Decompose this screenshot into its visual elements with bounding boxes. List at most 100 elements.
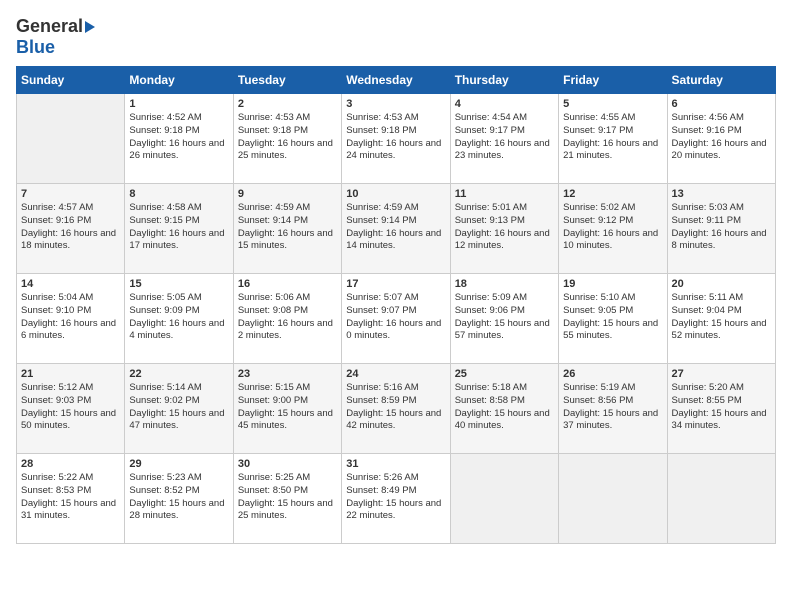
header-cell-wednesday: Wednesday — [342, 67, 450, 94]
day-info: Sunrise: 5:06 AMSunset: 9:08 PMDaylight:… — [238, 292, 337, 343]
day-number: 4 — [455, 98, 554, 110]
day-number: 22 — [129, 368, 228, 380]
day-info: Sunrise: 5:01 AMSunset: 9:13 PMDaylight:… — [455, 202, 554, 253]
calendar-cell: 5Sunrise: 4:55 AMSunset: 9:17 PMDaylight… — [559, 94, 667, 184]
day-number: 6 — [672, 98, 771, 110]
calendar-cell: 27 Sunrise: 5:20 AMSunset: 8:55 PMDayligh… — [667, 364, 775, 454]
calendar-cell: 28 Sunrise: 5:22 AMSunset: 8:53 PMDayligh… — [17, 454, 125, 544]
header: General Blue — [16, 16, 776, 58]
day-number: 3 — [346, 98, 445, 110]
day-info: Sunrise: 5:26 AMSunset: 8:49 PMDaylight:… — [346, 472, 445, 523]
day-number: 15 — [129, 278, 228, 290]
day-number: 30 — [238, 458, 337, 470]
day-number: 17 — [346, 278, 445, 290]
day-info: Sunrise: 4:54 AMSunset: 9:17 PMDaylight:… — [455, 112, 554, 163]
calendar-cell: 31 Sunrise: 5:26 AMSunset: 8:49 PMDayligh… — [342, 454, 450, 544]
calendar-cell: 16Sunrise: 5:06 AMSunset: 9:08 PMDayligh… — [233, 274, 341, 364]
day-info: Sunrise: 5:09 AMSunset: 9:06 PMDaylight:… — [455, 292, 554, 343]
day-info: Sunrise: 5:04 AMSunset: 9:10 PMDaylight:… — [21, 292, 120, 343]
day-info: Sunrise: 4:58 AMSunset: 9:15 PMDaylight:… — [129, 202, 228, 253]
day-info: Sunrise: 5:02 AMSunset: 9:12 PMDaylight:… — [563, 202, 662, 253]
day-number: 31 — [346, 458, 445, 470]
header-cell-monday: Monday — [125, 67, 233, 94]
day-info: Sunrise: 4:53 AMSunset: 9:18 PMDaylight:… — [238, 112, 337, 163]
calendar-cell: 21 Sunrise: 5:12 AMSunset: 9:03 PMDayligh… — [17, 364, 125, 454]
calendar-table: SundayMondayTuesdayWednesdayThursdayFrid… — [16, 66, 776, 544]
calendar-cell: 4 Sunrise: 4:54 AMSunset: 9:17 PMDaylight… — [450, 94, 558, 184]
day-number: 2 — [238, 98, 337, 110]
day-info: Sunrise: 5:22 AMSunset: 8:53 PMDaylight:… — [21, 472, 120, 523]
calendar-cell: 24 Sunrise: 5:16 AMSunset: 8:59 PMDayligh… — [342, 364, 450, 454]
day-info: Sunrise: 5:16 AMSunset: 8:59 PMDaylight:… — [346, 382, 445, 433]
day-number: 26 — [563, 368, 662, 380]
day-info: Sunrise: 5:19 AMSunset: 8:56 PMDaylight:… — [563, 382, 662, 433]
calendar-cell: 11 Sunrise: 5:01 AMSunset: 9:13 PMDayligh… — [450, 184, 558, 274]
day-number: 21 — [21, 368, 120, 380]
calendar-cell — [667, 454, 775, 544]
day-number: 11 — [455, 188, 554, 200]
calendar-cell: 18 Sunrise: 5:09 AMSunset: 9:06 PMDayligh… — [450, 274, 558, 364]
calendar-cell: 26 Sunrise: 5:19 AMSunset: 8:56 PMDayligh… — [559, 364, 667, 454]
day-info: Sunrise: 5:05 AMSunset: 9:09 PMDaylight:… — [129, 292, 228, 343]
calendar-cell — [17, 94, 125, 184]
day-info: Sunrise: 5:25 AMSunset: 8:50 PMDaylight:… — [238, 472, 337, 523]
day-number: 14 — [21, 278, 120, 290]
calendar-cell: 19 Sunrise: 5:10 AMSunset: 9:05 PMDayligh… — [559, 274, 667, 364]
header-row: SundayMondayTuesdayWednesdayThursdayFrid… — [17, 67, 776, 94]
calendar-cell: 2 Sunrise: 4:53 AMSunset: 9:18 PMDaylight… — [233, 94, 341, 184]
calendar-cell: 13Sunrise: 5:03 AMSunset: 9:11 PMDayligh… — [667, 184, 775, 274]
day-info: Sunrise: 4:55 AMSunset: 9:17 PMDaylight:… — [563, 112, 662, 163]
day-number: 25 — [455, 368, 554, 380]
calendar-cell: 30 Sunrise: 5:25 AMSunset: 8:50 PMDayligh… — [233, 454, 341, 544]
day-number: 7 — [21, 188, 120, 200]
day-info: Sunrise: 5:14 AMSunset: 9:02 PMDaylight:… — [129, 382, 228, 433]
calendar-cell: 23 Sunrise: 5:15 AMSunset: 9:00 PMDayligh… — [233, 364, 341, 454]
day-info: Sunrise: 5:10 AMSunset: 9:05 PMDaylight:… — [563, 292, 662, 343]
header-cell-sunday: Sunday — [17, 67, 125, 94]
day-info: Sunrise: 5:07 AMSunset: 9:07 PMDaylight:… — [346, 292, 445, 343]
week-row-5: 28 Sunrise: 5:22 AMSunset: 8:53 PMDayligh… — [17, 454, 776, 544]
day-info: Sunrise: 4:53 AMSunset: 9:18 PMDaylight:… — [346, 112, 445, 163]
day-number: 20 — [672, 278, 771, 290]
day-info: Sunrise: 5:23 AMSunset: 8:52 PMDaylight:… — [129, 472, 228, 523]
week-row-2: 7 Sunrise: 4:57 AMSunset: 9:16 PMDaylight… — [17, 184, 776, 274]
day-info: Sunrise: 4:59 AMSunset: 9:14 PMDaylight:… — [346, 202, 445, 253]
week-row-1: 1Sunrise: 4:52 AMSunset: 9:18 PMDaylight… — [17, 94, 776, 184]
day-info: Sunrise: 4:56 AMSunset: 9:16 PMDaylight:… — [672, 112, 771, 163]
day-number: 18 — [455, 278, 554, 290]
calendar-cell: 25 Sunrise: 5:18 AMSunset: 8:58 PMDayligh… — [450, 364, 558, 454]
day-number: 28 — [21, 458, 120, 470]
calendar-cell: 12 Sunrise: 5:02 AMSunset: 9:12 PMDayligh… — [559, 184, 667, 274]
calendar-cell: 8Sunrise: 4:58 AMSunset: 9:15 PMDaylight… — [125, 184, 233, 274]
header-cell-friday: Friday — [559, 67, 667, 94]
calendar-cell: 9Sunrise: 4:59 AMSunset: 9:14 PMDaylight… — [233, 184, 341, 274]
header-cell-tuesday: Tuesday — [233, 67, 341, 94]
calendar-cell — [559, 454, 667, 544]
day-info: Sunrise: 5:20 AMSunset: 8:55 PMDaylight:… — [672, 382, 771, 433]
calendar-cell: 6 Sunrise: 4:56 AMSunset: 9:16 PMDaylight… — [667, 94, 775, 184]
calendar-cell: 22 Sunrise: 5:14 AMSunset: 9:02 PMDayligh… — [125, 364, 233, 454]
day-number: 24 — [346, 368, 445, 380]
calendar-cell: 7 Sunrise: 4:57 AMSunset: 9:16 PMDaylight… — [17, 184, 125, 274]
logo: General Blue — [16, 16, 95, 58]
day-number: 27 — [672, 368, 771, 380]
calendar-cell: 15 Sunrise: 5:05 AMSunset: 9:09 PMDayligh… — [125, 274, 233, 364]
logo-blue: Blue — [16, 37, 55, 58]
calendar-cell: 29Sunrise: 5:23 AMSunset: 8:52 PMDayligh… — [125, 454, 233, 544]
day-number: 9 — [238, 188, 337, 200]
calendar-cell: 3 Sunrise: 4:53 AMSunset: 9:18 PMDaylight… — [342, 94, 450, 184]
header-cell-saturday: Saturday — [667, 67, 775, 94]
day-info: Sunrise: 5:18 AMSunset: 8:58 PMDaylight:… — [455, 382, 554, 433]
calendar-cell: 10Sunrise: 4:59 AMSunset: 9:14 PMDayligh… — [342, 184, 450, 274]
day-number: 12 — [563, 188, 662, 200]
header-cell-thursday: Thursday — [450, 67, 558, 94]
day-info: Sunrise: 5:12 AMSunset: 9:03 PMDaylight:… — [21, 382, 120, 433]
day-number: 19 — [563, 278, 662, 290]
day-info: Sunrise: 4:57 AMSunset: 9:16 PMDaylight:… — [21, 202, 120, 253]
day-number: 23 — [238, 368, 337, 380]
logo-general: General — [16, 16, 95, 37]
calendar-cell — [450, 454, 558, 544]
day-info: Sunrise: 5:15 AMSunset: 9:00 PMDaylight:… — [238, 382, 337, 433]
week-row-3: 14 Sunrise: 5:04 AMSunset: 9:10 PMDayligh… — [17, 274, 776, 364]
day-info: Sunrise: 5:03 AMSunset: 9:11 PMDaylight:… — [672, 202, 771, 253]
